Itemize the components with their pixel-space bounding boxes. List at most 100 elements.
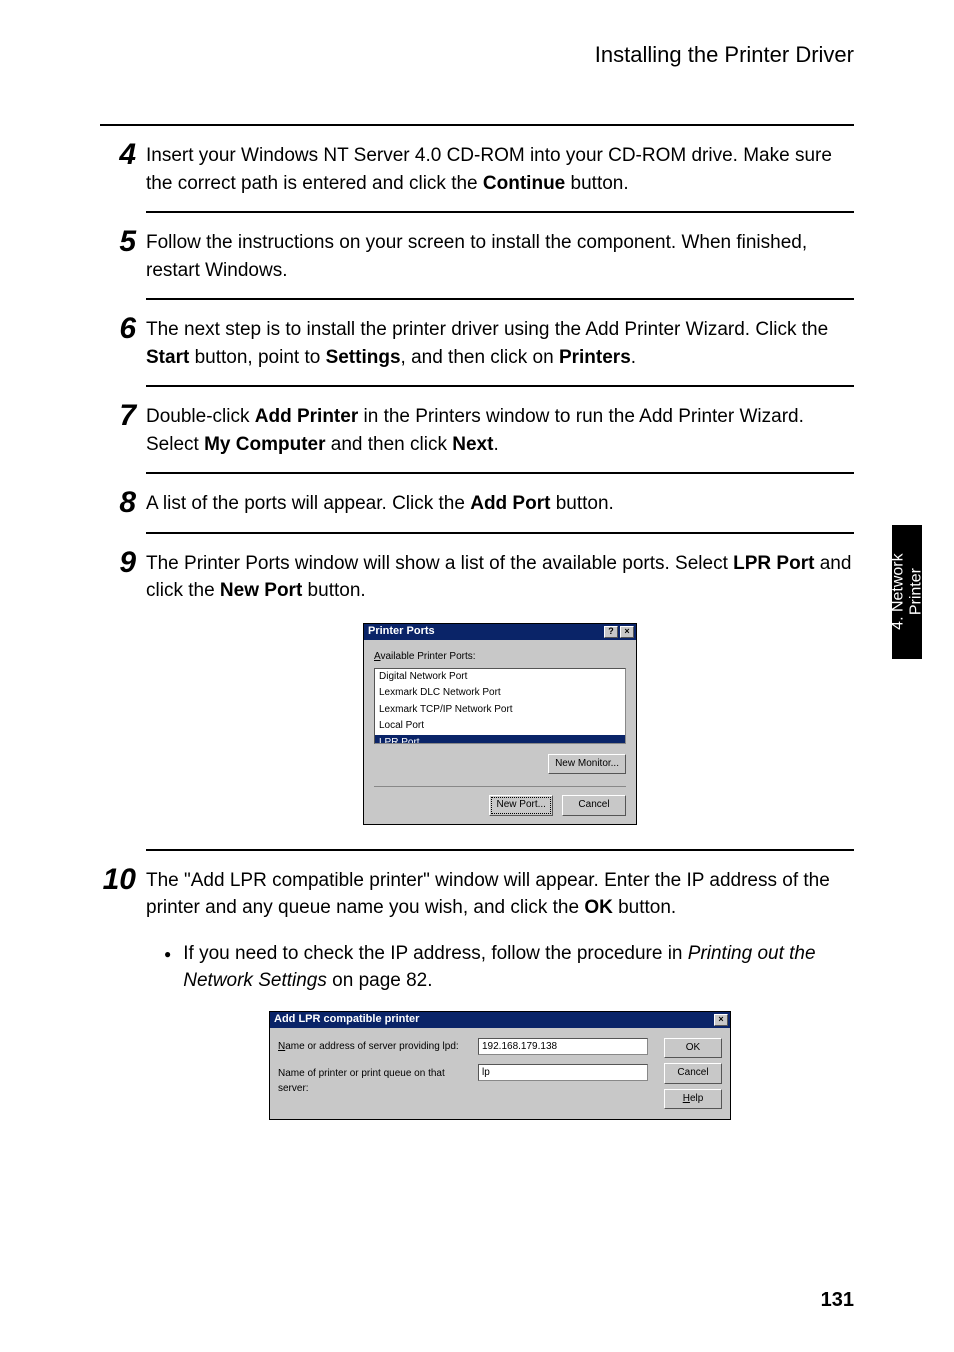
inputs-column: 192.168.179.138 lp <box>478 1038 648 1110</box>
divider <box>146 472 854 474</box>
step-text: Insert your Windows NT Server 4.0 CD-ROM… <box>146 142 854 211</box>
step-number: 6 <box>100 314 146 344</box>
step-number: 5 <box>100 227 146 257</box>
server-address-input[interactable]: 192.168.179.138 <box>478 1038 648 1055</box>
available-ports-label: Available Printer Ports: <box>374 650 626 665</box>
step-text: Follow the instructions on your screen t… <box>146 229 854 298</box>
step-text: Double-click Add Printer in the Printers… <box>146 403 854 472</box>
list-item[interactable]: Digital Network Port <box>375 669 625 686</box>
dialog-titlebar: Printer Ports ? × <box>364 624 636 640</box>
help-button[interactable]: Help <box>664 1089 722 1110</box>
dialog-bottom-buttons: New Port... Cancel <box>374 795 626 818</box>
printer-ports-dialog: Printer Ports ? × Available Printer Port… <box>363 623 637 825</box>
close-icon[interactable]: × <box>714 1014 728 1026</box>
list-item[interactable]: Lexmark TCP/IP Network Port <box>375 702 625 719</box>
bold-text: Next <box>452 434 493 455</box>
text: button. <box>550 493 613 514</box>
step-number: 4 <box>100 140 146 170</box>
text: , and then click on <box>401 347 559 368</box>
help-icon[interactable]: ? <box>604 626 618 638</box>
titlebar-buttons: ? × <box>604 626 634 638</box>
text: The next step is to install the printer … <box>146 319 828 340</box>
bold-text: Printers <box>559 347 631 368</box>
step-5: 5 Follow the instructions on your screen… <box>100 223 854 298</box>
divider <box>146 385 854 387</box>
bold-text: Settings <box>326 347 401 368</box>
text: and then click <box>326 434 453 455</box>
titlebar-buttons: × <box>714 1014 728 1026</box>
dialog-title: Printer Ports <box>368 624 435 640</box>
bold-text: New Port <box>220 580 302 601</box>
queue-name-input[interactable]: lp <box>478 1064 648 1081</box>
labels-column: Name or address of server providing lpd:… <box>278 1038 478 1110</box>
divider <box>146 532 854 534</box>
bold-text: Continue <box>483 173 565 194</box>
text: button. <box>565 173 628 194</box>
step-9: 9 The Printer Ports window will show a l… <box>100 544 854 849</box>
text: A list of the ports will appear. Click t… <box>146 493 470 514</box>
bullet-text: If you need to check the IP address, fol… <box>183 940 854 995</box>
ports-listbox[interactable]: Digital Network Port Lexmark DLC Network… <box>374 668 626 744</box>
step-text: The next step is to install the printer … <box>146 316 854 385</box>
text: on page 82. <box>327 970 433 991</box>
step-6: 6 The next step is to install the printe… <box>100 310 854 385</box>
text: Printer <box>907 568 924 615</box>
step-4: 4 Insert your Windows NT Server 4.0 CD-R… <box>100 136 854 211</box>
cancel-button[interactable]: Cancel <box>664 1063 722 1084</box>
text: . <box>631 347 636 368</box>
server-address-label: Name or address of server providing lpd: <box>278 1040 478 1055</box>
step-number: 7 <box>100 401 146 431</box>
dialog-body: Name or address of server providing lpd:… <box>270 1028 730 1120</box>
text: 4. Network <box>889 554 906 630</box>
text: Follow the instructions on your screen t… <box>146 232 807 281</box>
list-item-selected[interactable]: LPR Port <box>375 735 625 744</box>
page-number: 131 <box>821 1289 854 1312</box>
divider <box>146 298 854 300</box>
bold-text: Add Printer <box>255 406 358 427</box>
close-icon[interactable]: × <box>620 626 634 638</box>
bold-text: Add Port <box>470 493 550 514</box>
ok-button[interactable]: OK <box>664 1038 722 1059</box>
step-7: 7 Double-click Add Printer in the Printe… <box>100 397 854 472</box>
dialog-titlebar: Add LPR compatible printer × <box>270 1012 730 1028</box>
bold-text: My Computer <box>204 434 325 455</box>
text: The Printer Ports window will show a lis… <box>146 553 733 574</box>
divider <box>374 786 626 787</box>
text: If you need to check the IP address, fol… <box>183 943 688 964</box>
dialog-body: Available Printer Ports: Digital Network… <box>364 640 636 824</box>
page-title: Installing the Printer Driver <box>100 42 854 68</box>
step-text: A list of the ports will appear. Click t… <box>146 490 854 532</box>
buttons-column: OK Cancel Help <box>648 1038 722 1110</box>
queue-name-label: Name of printer or print queue on that s… <box>278 1067 478 1096</box>
step-10: 10 The "Add LPR compatible printer" wind… <box>100 861 854 1135</box>
step-number: 10 <box>100 865 146 895</box>
page: Installing the Printer Driver 4 Insert y… <box>0 0 954 1352</box>
new-monitor-row: New Monitor... <box>374 754 626 775</box>
list-item[interactable]: Local Port <box>375 718 625 735</box>
bold-text: OK <box>584 897 613 918</box>
steps-list: 4 Insert your Windows NT Server 4.0 CD-R… <box>100 124 854 1134</box>
text: . <box>493 434 498 455</box>
step-number: 9 <box>100 548 146 578</box>
divider <box>146 211 854 213</box>
divider <box>146 849 854 851</box>
text: The "Add LPR compatible printer" window … <box>146 870 830 919</box>
step-text: The "Add LPR compatible printer" window … <box>146 867 854 1135</box>
add-lpr-printer-dialog: Add LPR compatible printer × Name or add… <box>269 1011 731 1121</box>
new-port-button[interactable]: New Port... <box>489 795 553 816</box>
bold-text: Start <box>146 347 189 368</box>
step-8: 8 A list of the ports will appear. Click… <box>100 484 854 532</box>
cancel-button[interactable]: Cancel <box>562 795 626 816</box>
bullet-item: If you need to check the IP address, fol… <box>146 940 854 995</box>
divider <box>100 124 854 126</box>
text: button. <box>613 897 676 918</box>
step-text: The Printer Ports window will show a lis… <box>146 550 854 849</box>
new-monitor-button[interactable]: New Monitor... <box>548 754 626 775</box>
text: button, point to <box>189 347 325 368</box>
step-number: 8 <box>100 488 146 518</box>
bold-text: LPR Port <box>733 553 814 574</box>
section-tab: 4. Network Printer <box>892 525 922 659</box>
text: button. <box>302 580 365 601</box>
dialog-title: Add LPR compatible printer <box>274 1012 419 1028</box>
list-item[interactable]: Lexmark DLC Network Port <box>375 685 625 702</box>
